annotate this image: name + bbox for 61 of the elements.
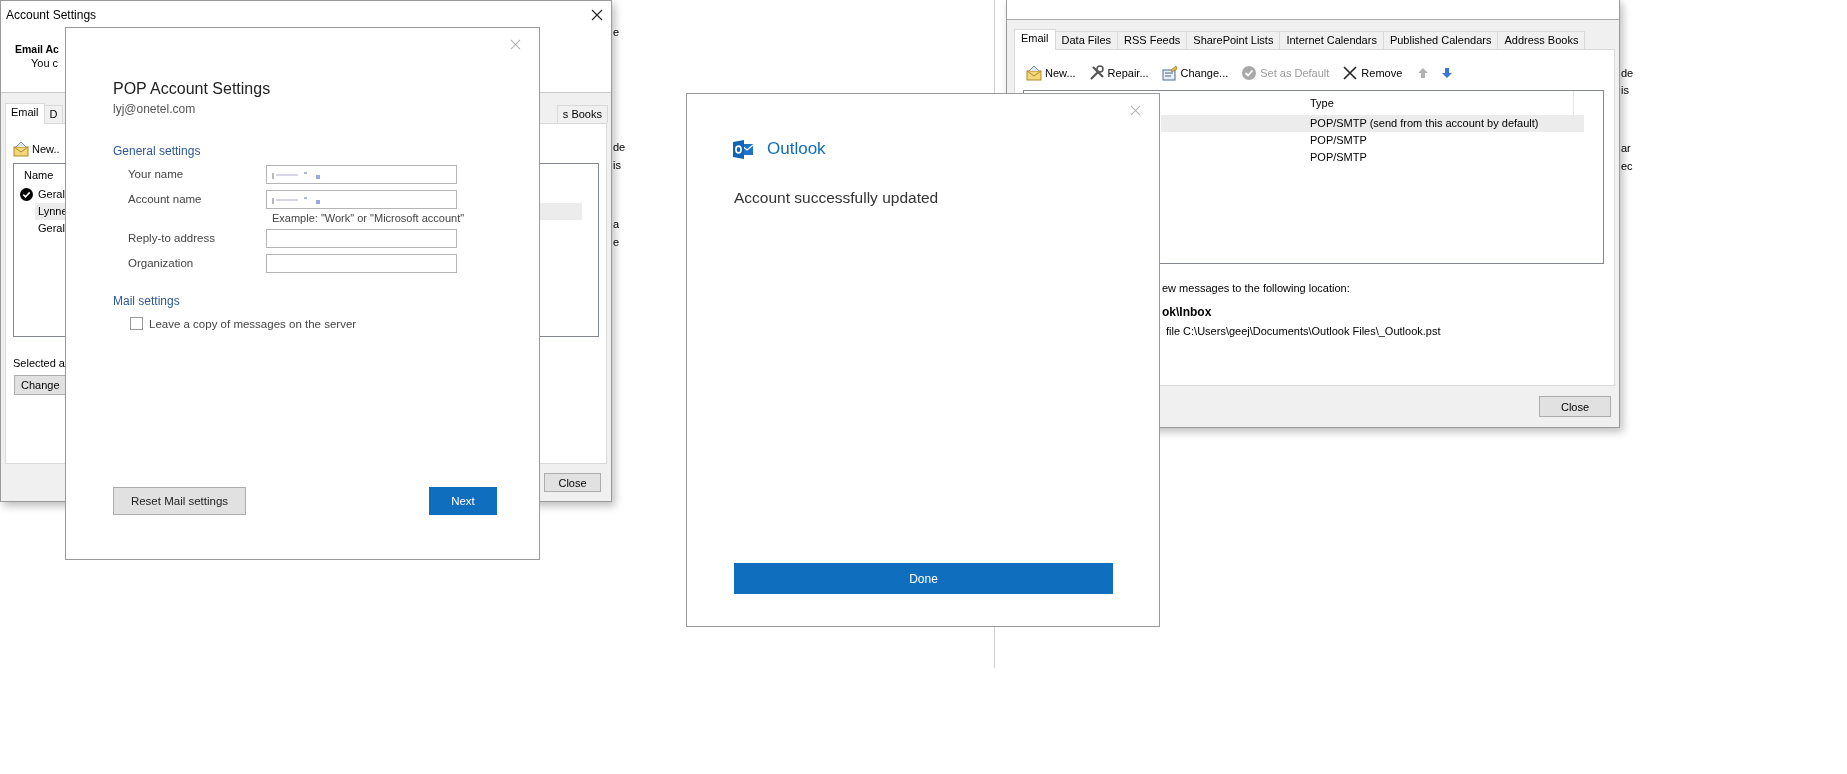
text-fragment: e: [613, 236, 620, 249]
cross-icon: [1342, 65, 1359, 81]
input-field[interactable]: [266, 165, 457, 184]
checkbox-label[interactable]: Leave a copy of messages on the server: [149, 317, 357, 330]
column-header[interactable]: Name: [24, 169, 54, 181]
text-fragment: de: [1621, 67, 1634, 80]
tab[interactable]: s Books: [556, 105, 608, 123]
checkmark-circle-icon: [1241, 65, 1258, 81]
tab[interactable]: D: [43, 105, 64, 123]
reset-button[interactable]: Reset Mail settings: [113, 487, 246, 515]
text-fragment: ec: [1621, 160, 1633, 173]
tab[interactable]: Email: [1014, 29, 1056, 50]
field-label: Organization: [128, 256, 195, 271]
app-name: Outlook: [767, 138, 826, 160]
close-button[interactable]: Close: [1539, 396, 1611, 417]
text-fragment: is: [613, 159, 621, 172]
input-field[interactable]: [266, 254, 457, 273]
table-cell[interactable]: POP/SMTP (send from this account by default): [1161, 115, 1584, 132]
envelope-icon: [13, 141, 29, 157]
dialog-title: POP Account Settings: [113, 79, 271, 99]
field-label: Account name: [128, 192, 203, 207]
table-cell[interactable]: POP/SMTP: [1161, 132, 1584, 149]
toolbar-button[interactable]: New...: [1026, 65, 1076, 81]
email-address: lyj@onetel.com: [113, 101, 196, 117]
tools-icon: [1088, 65, 1105, 81]
toolbar-button[interactable]: Remove: [1342, 65, 1403, 81]
table-cell[interactable]: POP/SMTP: [1161, 149, 1584, 166]
close-button[interactable]: Close: [544, 473, 601, 492]
envelope-icon: [1026, 65, 1042, 81]
toolbar-button[interactable]: Repair...: [1088, 65, 1149, 81]
input-field[interactable]: [266, 190, 457, 209]
change-button[interactable]: Change: [14, 375, 66, 395]
input-field[interactable]: [266, 229, 457, 248]
checkbox[interactable]: [130, 317, 143, 330]
toolbar-button[interactable]: New..: [13, 141, 60, 157]
section-heading: General settings: [113, 143, 201, 159]
tab[interactable]: Address Books: [1497, 31, 1586, 49]
card-icon: [1161, 65, 1178, 81]
header-text: You c: [31, 56, 59, 71]
text-fragment: ar: [1621, 142, 1631, 155]
location-text: ew messages to the following location:: [1162, 281, 1350, 295]
folder-path: ok\Inbox: [1162, 305, 1212, 320]
toolbar-button[interactable]: Change...: [1161, 65, 1229, 81]
selected-label: Selected a: [13, 356, 66, 370]
header-title: Email Ac: [15, 42, 59, 56]
status-message: Account successfully updated: [733, 188, 940, 208]
text-fragment: e: [613, 26, 620, 39]
hint-text: Example: "Work" or "Microsoft account": [272, 211, 465, 225]
close-icon[interactable]: [591, 9, 603, 21]
next-button[interactable]: Next: [429, 487, 497, 515]
text-fragment: de: [613, 141, 626, 154]
field-label: Reply-to address: [128, 231, 216, 246]
window-title: Account Settings: [6, 8, 97, 22]
done-button[interactable]: Done: [734, 563, 1113, 594]
section-heading: Mail settings: [113, 293, 180, 309]
tab[interactable]: Email: [5, 103, 45, 124]
file-path: file C:\Users\geej\Documents\Outlook Files\_Outlook.pst: [1166, 324, 1441, 338]
field-label: Your name: [128, 167, 185, 182]
app-logo-icon: [733, 138, 754, 160]
text-fragment: a: [613, 218, 620, 231]
text-fragment: is: [1621, 84, 1629, 97]
